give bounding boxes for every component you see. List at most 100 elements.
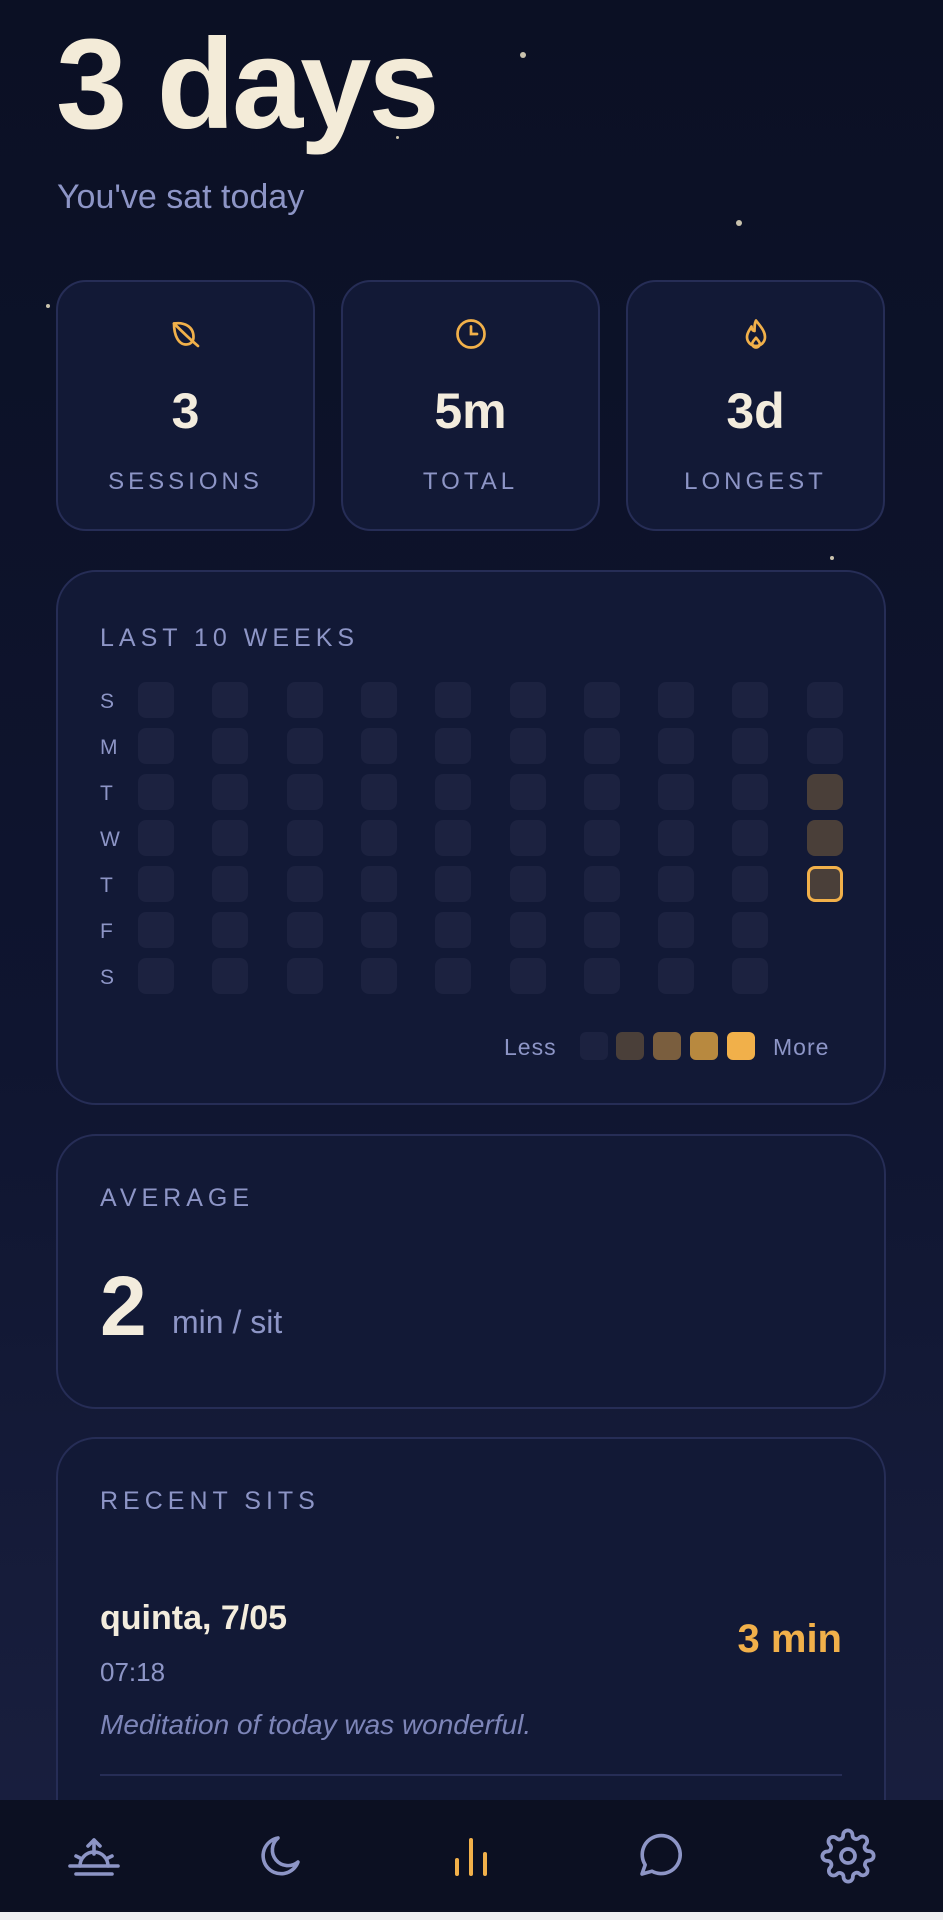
legend-less-label: Less (504, 1034, 557, 1060)
heatmap-cell (212, 728, 248, 764)
legend-cell (653, 1032, 681, 1060)
heatmap-cell (361, 958, 397, 994)
heatmap-cell (435, 912, 471, 948)
heatmap-cell (807, 682, 843, 718)
day-label: S (100, 966, 115, 989)
heatmap-cell (212, 866, 248, 902)
heatmap-cell (510, 958, 546, 994)
heatmap-cell (732, 728, 768, 764)
clock-icon (455, 319, 486, 349)
heatmap-cell (584, 682, 620, 718)
heatmap-cell (584, 728, 620, 764)
heatmap-cell (138, 728, 174, 764)
heatmap-cell (658, 774, 694, 810)
heatmap-cell (658, 958, 694, 994)
heatmap-cell (732, 820, 768, 856)
star-decoration (736, 220, 742, 226)
stat-card-sessions: 3 SESSIONS (56, 280, 315, 531)
heatmap-cell (510, 820, 546, 856)
heatmap-cell (658, 820, 694, 856)
star-decoration (46, 304, 50, 308)
heatmap-cell (361, 866, 397, 902)
heatmap-cell (138, 820, 174, 856)
heatmap-cell (584, 866, 620, 902)
heatmap-cell (658, 728, 694, 764)
day-label: F (100, 920, 113, 943)
heatmap-cell (510, 912, 546, 948)
heatmap-cell (138, 682, 174, 718)
stats-icon (455, 1838, 487, 1876)
legend-cell (727, 1032, 755, 1060)
stat-label: LONGEST (684, 468, 827, 495)
bottom-nav (0, 1800, 943, 1912)
heatmap-title: LAST 10 WEEKS (100, 624, 360, 652)
heatmap-cell (658, 912, 694, 948)
heatmap-cell (732, 866, 768, 902)
heatmap-cell (807, 774, 843, 810)
flame-icon (745, 319, 766, 349)
sit-note: Meditation of today was wonderful. (100, 1709, 532, 1740)
nav-moon[interactable] (250, 1824, 314, 1888)
divider (100, 1774, 842, 1776)
heatmap-cell (287, 958, 323, 994)
chat-icon (640, 1833, 683, 1876)
star-decoration (520, 52, 526, 58)
heatmap-cell (807, 728, 843, 764)
heatmap-cell (287, 820, 323, 856)
heatmap-card: LAST 10 WEEKS S M T W T F S Less More (56, 570, 886, 1105)
sit-time: 07:18 (100, 1657, 166, 1687)
star-decoration (830, 556, 834, 560)
heatmap-cell (361, 774, 397, 810)
heatmap-cell (361, 728, 397, 764)
heatmap-cell (361, 682, 397, 718)
heatmap-cell (287, 866, 323, 902)
heatmap-cell (138, 958, 174, 994)
nav-chat[interactable] (628, 1824, 692, 1888)
heatmap-cell (287, 912, 323, 948)
sunrise-icon (68, 1838, 120, 1876)
legend-cell (690, 1032, 718, 1060)
heatmap-cell (584, 820, 620, 856)
heatmap-cell (287, 774, 323, 810)
streak-title: 3 days (56, 13, 439, 156)
day-label: W (100, 828, 120, 851)
heatmap-cell (212, 682, 248, 718)
heatmap-cell-today (807, 866, 843, 902)
stat-value: 3d (726, 383, 785, 439)
heatmap-cell (138, 774, 174, 810)
heatmap-cell (658, 866, 694, 902)
heatmap-cell (212, 912, 248, 948)
heatmap-cell (138, 866, 174, 902)
legend-cell (616, 1032, 644, 1060)
heatmap-cell (584, 958, 620, 994)
average-title: AVERAGE (100, 1184, 255, 1212)
nav-stats[interactable] (439, 1824, 503, 1888)
gear-icon (820, 1828, 876, 1884)
stat-label: SESSIONS (108, 468, 263, 495)
stat-value: 3 (171, 383, 200, 439)
day-label: T (100, 782, 113, 805)
leaf-icon (172, 321, 199, 348)
nav-settings[interactable] (816, 1824, 880, 1888)
legend-cell (580, 1032, 608, 1060)
recent-sits-title: RECENT SITS (100, 1487, 320, 1515)
sit-duration: 3 min (737, 1617, 842, 1661)
moon-icon (261, 1836, 300, 1876)
day-label: T (100, 874, 113, 897)
nav-sunrise[interactable] (62, 1824, 126, 1888)
day-label: M (100, 736, 118, 759)
heatmap-cell (212, 958, 248, 994)
heatmap-cell (287, 728, 323, 764)
heatmap-cell (435, 728, 471, 764)
heatmap-cell (510, 682, 546, 718)
average-unit: min / sit (172, 1304, 283, 1340)
heatmap-cell (807, 820, 843, 856)
heatmap-cell (510, 728, 546, 764)
heatmap-cell (732, 958, 768, 994)
stat-value: 5m (434, 383, 507, 439)
heatmap-cell (510, 866, 546, 902)
stat-card-longest: 3d LONGEST (626, 280, 885, 531)
heatmap-cell (732, 912, 768, 948)
streak-subtitle: You've sat today (57, 178, 305, 216)
heatmap-cell (212, 774, 248, 810)
